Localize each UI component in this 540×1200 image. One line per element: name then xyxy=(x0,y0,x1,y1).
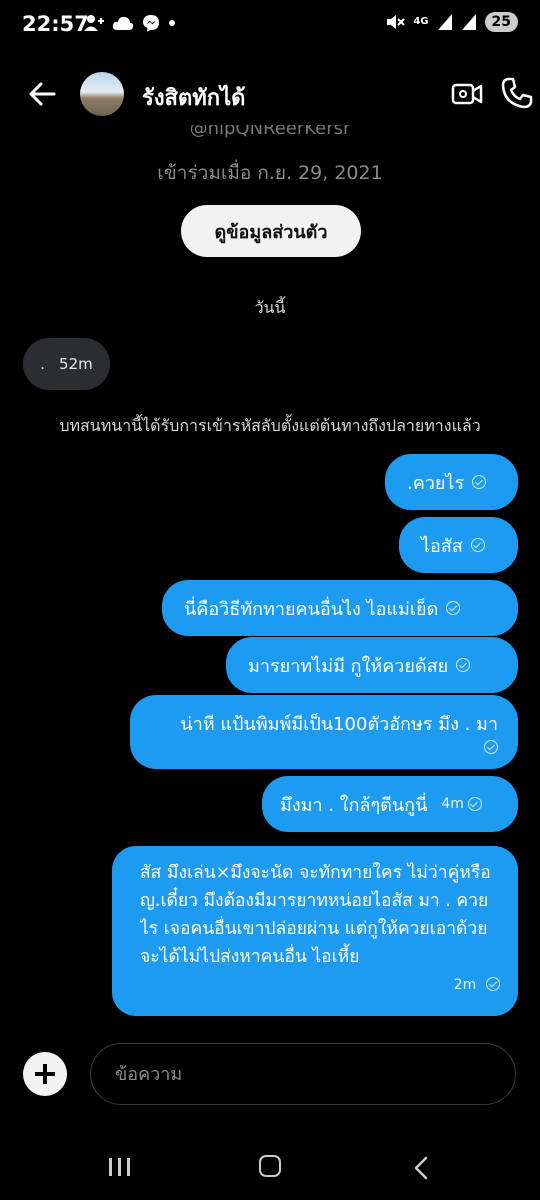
received-message-bubble[interactable]: . 52m xyxy=(23,338,110,390)
message-text: นี่คือวิธีทักทายคนอื่นไง ไอแม่เย็ด xyxy=(184,598,439,620)
signal-icon xyxy=(437,14,452,30)
sent-message-bubble[interactable]: มึงมา . ใกล้ๆตีนกูนี่ 4m xyxy=(262,776,518,832)
read-receipt-icon xyxy=(467,797,482,811)
received-message-time: 52m xyxy=(59,355,93,373)
message-text: มารยาทไม่มี กูให้ควยด้สย xyxy=(248,655,449,677)
system-navigation-bar xyxy=(0,1130,540,1200)
received-message-text: . xyxy=(40,355,46,373)
mute-icon xyxy=(387,15,406,29)
message-text: .ควยไร xyxy=(407,472,465,494)
read-receipt-icon xyxy=(472,475,487,489)
message-text: ไอสัส xyxy=(421,535,463,557)
conversation-header: รังสิตทักได้ xyxy=(0,62,540,126)
sent-message-bubble[interactable]: ไอสัส xyxy=(399,517,518,573)
message-composer xyxy=(0,1040,540,1112)
avatar[interactable] xyxy=(80,72,124,116)
video-call-icon[interactable] xyxy=(451,78,483,110)
sent-message-bubble[interactable]: นี่คือวิธีทักทายคนอื่นไง ไอแม่เย็ด xyxy=(162,580,518,636)
view-profile-button[interactable]: ดูข้อมูลส่วนตัว xyxy=(181,205,361,257)
plus-circle-icon[interactable] xyxy=(23,1052,67,1096)
message-time: 4m xyxy=(441,796,464,812)
messenger-icon xyxy=(143,15,159,32)
battery-icon: 25 xyxy=(484,12,518,32)
encryption-notice: บทสนทนานี้ได้รับการเข้ารหัสลับตั้งแต่ต้น… xyxy=(59,416,481,435)
network-4g-icon: 4G xyxy=(413,16,429,27)
sent-message-bubble[interactable]: น่าหี แป้นพิมพ์มีเป็น100ตัวอักษร มึง . ม… xyxy=(130,695,518,769)
arrow-left-icon[interactable] xyxy=(24,76,60,112)
status-icons-left xyxy=(84,14,176,32)
joined-date: เข้าร่วมเมื่อ ก.ย. 29, 2021 xyxy=(157,162,383,184)
phone-icon[interactable] xyxy=(500,76,534,110)
home-icon[interactable] xyxy=(259,1155,281,1177)
status-time: 22:57 xyxy=(22,12,89,36)
contact-name[interactable]: รังสิตทักได้ xyxy=(142,80,245,115)
read-receipt-icon xyxy=(486,977,500,991)
read-receipt-icon xyxy=(484,740,498,754)
status-icons-right: 4G 25 xyxy=(385,12,518,32)
status-bar: 22:57 4G 25 xyxy=(0,0,540,50)
recent-apps-icon[interactable] xyxy=(109,1158,131,1176)
profile-handle: @hipQNReerKersr xyxy=(189,125,351,139)
date-separator: วันนี้ xyxy=(254,298,286,317)
cloud-icon xyxy=(112,16,134,30)
sent-message-bubble[interactable]: มารยาทไม่มี กูให้ควยด้สย xyxy=(226,637,518,693)
read-receipt-icon xyxy=(456,658,471,672)
dot-icon xyxy=(169,20,175,26)
person-add-icon xyxy=(84,15,104,31)
message-time: 2m xyxy=(453,977,477,993)
sent-message-bubble[interactable]: .ควยไร xyxy=(385,454,518,510)
message-text: น่าหี แป้นพิมพ์มีเป็น100ตัวอักษร มึง . ม… xyxy=(180,714,498,735)
back-chevron-icon[interactable] xyxy=(410,1156,434,1180)
signal-icon xyxy=(461,14,476,30)
read-receipt-icon xyxy=(446,601,461,615)
read-receipt-icon xyxy=(470,538,485,552)
message-input[interactable] xyxy=(90,1043,516,1105)
message-text: สัส มึงเล่น×มึงจะนัด จะทักทายใคร ไม่ว่าค… xyxy=(140,863,491,967)
sent-message-bubble[interactable]: สัส มึงเล่น×มึงจะนัด จะทักทายใคร ไม่ว่าค… xyxy=(112,846,518,1016)
message-text: มึงมา . ใกล้ๆตีนกูนี่ xyxy=(280,794,428,816)
